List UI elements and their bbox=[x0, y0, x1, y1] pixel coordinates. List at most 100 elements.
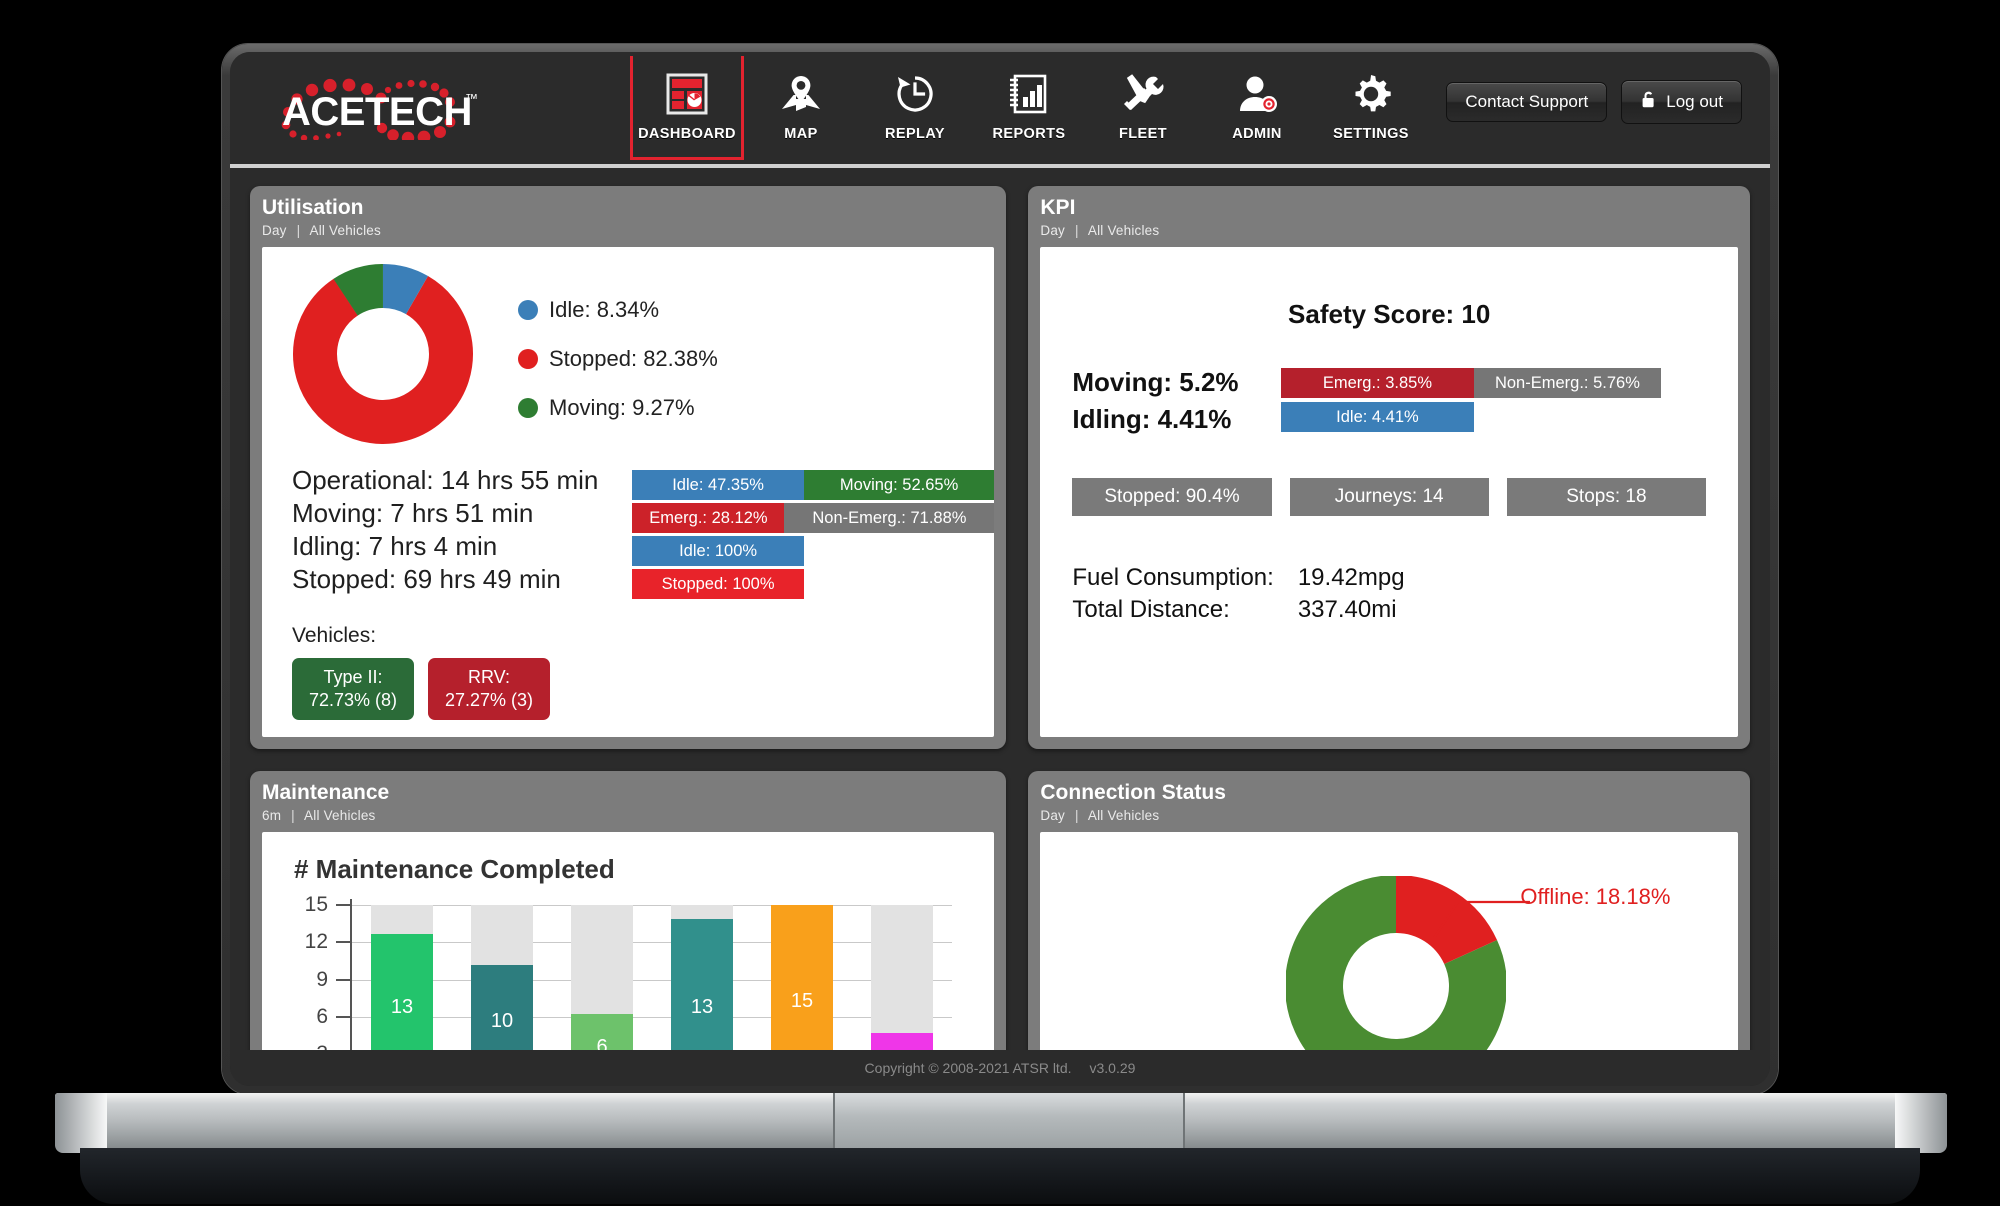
stat-moving: Moving: 7 hrs 51 min bbox=[292, 498, 534, 529]
maintenance-subtitle: 6m | All Vehicles bbox=[262, 808, 994, 823]
kpi-metrics: Moving: 5.2% Idling: 4.41% bbox=[1072, 364, 1238, 438]
nav-item-reports[interactable]: REPORTS bbox=[972, 56, 1086, 160]
nav-item-replay[interactable]: REPLAY bbox=[858, 56, 972, 160]
nav-item-fleet[interactable]: FLEET bbox=[1086, 56, 1200, 160]
bar-seg-label: Idle: 100% bbox=[679, 541, 758, 560]
kpi-tile-journeys[interactable]: Journeys: 14 bbox=[1289, 477, 1489, 516]
nav-item-settings[interactable]: SETTINGS bbox=[1314, 56, 1428, 160]
logout-button[interactable]: Log out bbox=[1621, 80, 1742, 124]
subtitle-separator: | bbox=[291, 808, 295, 824]
utilisation-subtitle: Day | All Vehicles bbox=[262, 223, 994, 238]
nav-item-dashboard[interactable]: DASHBOARD bbox=[630, 56, 744, 160]
chip-value: 72.73% (8) bbox=[308, 690, 398, 711]
bar-row-stopped-100: Stopped: 100% bbox=[632, 569, 994, 600]
legend-label-moving: Moving: 9.27% bbox=[549, 395, 695, 421]
kpi-footer-metrics: Fuel Consumption: 19.42mpg Total Distanc… bbox=[1040, 562, 1738, 626]
bar-seg-emergency: Emerg.: 28.12% bbox=[632, 503, 785, 534]
panel-kpi: KPI Day | All Vehicles Safety Score: 10 … bbox=[1028, 186, 1750, 750]
subtitle-separator: | bbox=[1074, 808, 1079, 824]
legend-item: Idle: 8.34% bbox=[518, 297, 718, 323]
connection-title: Connection Status bbox=[1040, 781, 1226, 805]
utilisation-stats: Operational: 14 hrs 55 min Moving: 7 hrs… bbox=[292, 464, 598, 596]
total-distance-value: 337.40mi bbox=[1297, 595, 1397, 623]
bar-seg-stopped-full: Stopped: 100% bbox=[632, 569, 804, 600]
kpi-seg-label: Idle: 4.41% bbox=[1336, 407, 1419, 426]
connection-chart-wrap: Offline: 18.18% bbox=[1040, 832, 1738, 1086]
nav-label-replay: REPLAY bbox=[885, 126, 945, 142]
fuel-consumption-value: 19.42mpg bbox=[1297, 563, 1405, 591]
connection-period: Day bbox=[1040, 808, 1065, 824]
dashboard-icon bbox=[664, 66, 710, 122]
panel-maintenance: Maintenance 6m | All Vehicles # Maintena… bbox=[250, 771, 1007, 1086]
fuel-consumption-key: Fuel Consumption: bbox=[1072, 563, 1274, 591]
bar-seg-label: Moving: 52.65% bbox=[839, 475, 959, 494]
bar-value-label: 13 bbox=[690, 996, 714, 1019]
chip-name: Type II: bbox=[323, 667, 383, 688]
vehicle-chip-rrv[interactable]: RRV: 27.27% (3) bbox=[428, 658, 550, 721]
stat-operational: Operational: 14 hrs 55 min bbox=[292, 465, 599, 496]
kpi-seg-idle: Idle: 4.41% bbox=[1280, 402, 1475, 433]
bar-seg-label: Emerg.: 28.12% bbox=[649, 508, 768, 527]
acetech-logo[interactable]: ACETECH ™ bbox=[260, 76, 560, 140]
contact-support-label: Contact Support bbox=[1465, 92, 1589, 111]
legend-item: Stopped: 82.38% bbox=[518, 346, 718, 372]
vehicles-label: Vehicles: bbox=[292, 624, 377, 648]
safety-score: Safety Score: 10 bbox=[1288, 299, 1491, 330]
utilisation-donut-chart bbox=[292, 263, 474, 450]
kpi-period: Day bbox=[1040, 223, 1065, 239]
kpi-tile-stopped[interactable]: Stopped: 90.4% bbox=[1072, 477, 1272, 516]
footer-copyright: Copyright © 2008-2021 ATSR ltd. v3.0.29 bbox=[230, 1050, 1770, 1086]
total-distance-key: Total Distance: bbox=[1072, 595, 1230, 623]
kpi-seg-non-emergency: Non-Emerg.: 5.76% bbox=[1474, 368, 1661, 399]
nav-label-admin: ADMIN bbox=[1232, 126, 1282, 142]
bar-seg-idle: Idle: 47.35% bbox=[632, 470, 804, 501]
kpi-metrics-row: Moving: 5.2% Idling: 4.41% Emerg.: 3.85% bbox=[1040, 364, 1738, 438]
laptop-lid: ACETECH ™ DASHBOARD MAP REPLAY REPORTS F… bbox=[222, 44, 1778, 1094]
stat-stopped: Stopped: 69 hrs 49 min bbox=[292, 564, 561, 595]
y-tick-label: 6 bbox=[316, 1004, 328, 1028]
utilisation-bar-stack: Idle: 47.35% Moving: 52.65% Emerg.: 28.1… bbox=[632, 470, 995, 720]
panel-utilisation: Utilisation Day | All Vehicles Idle: 8.3… bbox=[250, 186, 1007, 750]
nav-item-map[interactable]: MAP bbox=[744, 56, 858, 160]
total-distance-row: Total Distance: 337.40mi bbox=[1072, 594, 1404, 626]
logout-label: Log out bbox=[1666, 92, 1723, 111]
screenshot-root: ACETECH ™ DASHBOARD MAP REPLAY REPORTS F… bbox=[0, 0, 2000, 1206]
bar-row-idle-100: Idle: 100% bbox=[632, 536, 994, 567]
stat-idling: Idling: 7 hrs 4 min bbox=[292, 531, 498, 562]
kpi-body: Safety Score: 10 Moving: 5.2% Idling: 4.… bbox=[1040, 247, 1738, 738]
legend-swatch-moving bbox=[518, 398, 538, 419]
nav-label-settings: SETTINGS bbox=[1333, 126, 1409, 142]
gear-icon bbox=[1348, 66, 1394, 122]
legend-swatch-stopped bbox=[518, 349, 538, 370]
bar-seg-label: Idle: 47.35% bbox=[672, 475, 764, 494]
offline-leader-line bbox=[1433, 901, 1531, 939]
chip-name: RRV: bbox=[467, 667, 510, 688]
offline-label: Offline: 18.18% bbox=[1520, 884, 1671, 910]
kpi-tile-stops[interactable]: Stops: 18 bbox=[1506, 477, 1706, 516]
connection-scope: All Vehicles bbox=[1087, 808, 1160, 824]
maintenance-scope: All Vehicles bbox=[304, 808, 376, 824]
utilisation-stats-row: Operational: 14 hrs 55 min Moving: 7 hrs… bbox=[262, 450, 995, 721]
nav-item-admin[interactable]: ADMIN bbox=[1200, 56, 1314, 160]
bar-row-emergency: Emerg.: 28.12% Non-Emerg.: 71.88% bbox=[632, 503, 995, 534]
kpi-seg-emergency: Emerg.: 3.85% bbox=[1280, 368, 1475, 399]
maintenance-chart-title: # Maintenance Completed bbox=[294, 854, 615, 885]
nav-label-fleet: FLEET bbox=[1119, 126, 1167, 142]
screen: ACETECH ™ DASHBOARD MAP REPLAY REPORTS F… bbox=[230, 52, 1770, 1086]
kpi-scope: All Vehicles bbox=[1087, 223, 1160, 239]
y-tick-label: 9 bbox=[316, 967, 328, 991]
utilisation-chart-row: Idle: 8.34% Stopped: 82.38% Moving: 9.27… bbox=[262, 247, 994, 450]
vehicle-chip-type2[interactable]: Type II: 72.73% (8) bbox=[292, 658, 414, 721]
contact-support-button[interactable]: Contact Support bbox=[1446, 82, 1608, 122]
bar-seg-non-emergency: Non-Emerg.: 71.88% bbox=[784, 503, 995, 534]
dashboard-body: Utilisation Day | All Vehicles Idle: 8.3… bbox=[230, 168, 1770, 1086]
top-navigation-bar: ACETECH ™ DASHBOARD MAP REPLAY REPORTS F… bbox=[230, 52, 1770, 168]
top-right-actions: Contact Support Log out bbox=[1446, 80, 1742, 124]
maintenance-body: # Maintenance Completed 15 12 9 6 13 10 … bbox=[262, 832, 995, 1086]
utilisation-stats-block: Operational: 14 hrs 55 min Moving: 7 hrs… bbox=[292, 464, 598, 721]
nav-label-reports: REPORTS bbox=[992, 126, 1066, 142]
utilisation-scope: All Vehicles bbox=[309, 223, 381, 239]
y-tick-label: 12 bbox=[304, 930, 328, 954]
utilisation-body: Idle: 8.34% Stopped: 82.38% Moving: 9.27… bbox=[262, 247, 995, 738]
main-nav: DASHBOARD MAP REPLAY REPORTS FLEET ADMIN… bbox=[630, 56, 1428, 160]
